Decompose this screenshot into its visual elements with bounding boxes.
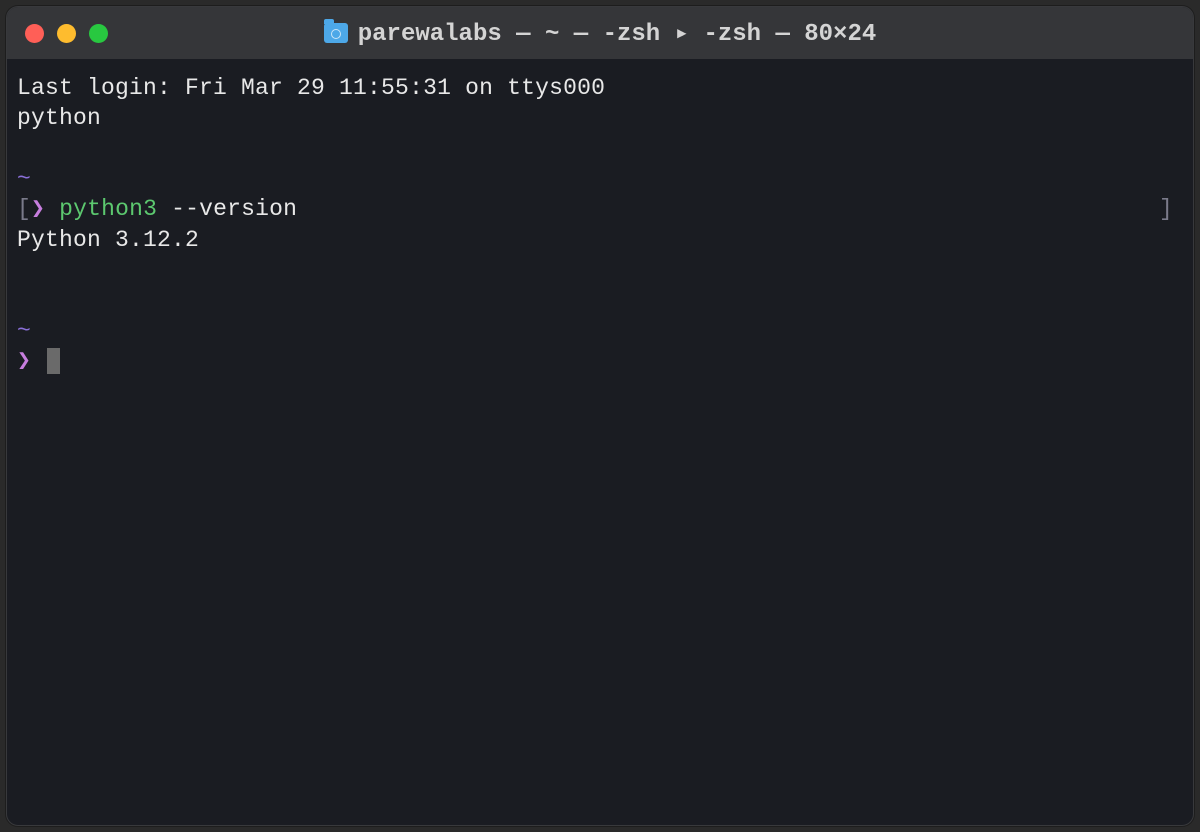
blank-line: [17, 134, 1183, 164]
window-title: parewalabs — ~ — -zsh ▸ -zsh — 80×24: [358, 18, 877, 48]
prompt-arrow: ❯: [31, 196, 45, 222]
command-name: python3: [59, 196, 157, 222]
cwd-tilde: ~: [17, 316, 1183, 346]
prompt-line-1: [❯ python3 --version]: [17, 194, 1183, 224]
folder-icon: [324, 23, 348, 43]
maximize-button[interactable]: [89, 24, 108, 43]
output-line: python: [17, 103, 1183, 133]
traffic-lights: [25, 24, 108, 43]
blank-line: [17, 286, 1183, 316]
prompt-arrow: ❯: [17, 348, 31, 374]
command-args: --version: [157, 196, 297, 222]
command-output: Python 3.12.2: [17, 225, 1183, 255]
prompt-open-bracket: [: [17, 196, 31, 222]
close-button[interactable]: [25, 24, 44, 43]
title-bar[interactable]: parewalabs — ~ — -zsh ▸ -zsh — 80×24: [7, 7, 1193, 59]
last-login-line: Last login: Fri Mar 29 11:55:31 on ttys0…: [17, 73, 1183, 103]
cwd-tilde: ~: [17, 164, 1183, 194]
minimize-button[interactable]: [57, 24, 76, 43]
title-content: parewalabs — ~ — -zsh ▸ -zsh — 80×24: [324, 18, 877, 48]
blank-line: [17, 255, 1183, 285]
terminal-window: parewalabs — ~ — -zsh ▸ -zsh — 80×24 Las…: [6, 6, 1194, 826]
prompt-close-bracket: ]: [1159, 194, 1173, 224]
terminal-body[interactable]: Last login: Fri Mar 29 11:55:31 on ttys0…: [7, 59, 1193, 825]
prompt-line-2[interactable]: ❯: [17, 346, 1183, 376]
cursor: [47, 348, 60, 374]
